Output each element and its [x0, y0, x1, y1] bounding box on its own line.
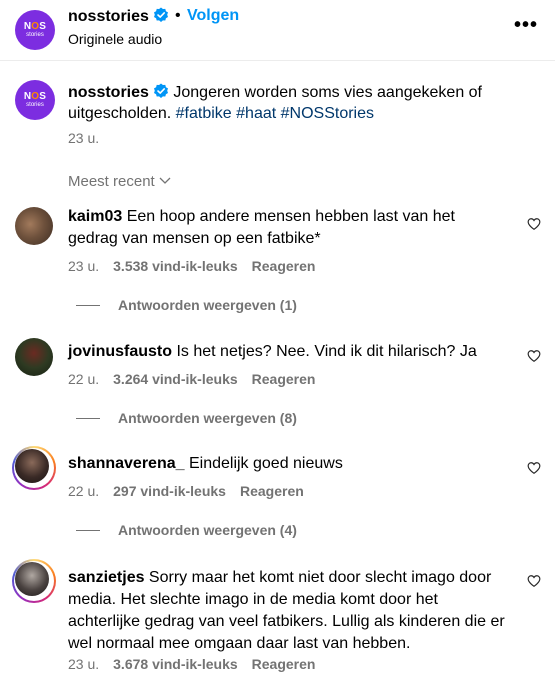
comment-username[interactable]: sanzietjes — [68, 569, 144, 586]
logo-stories-text: stories — [26, 31, 44, 38]
logo-stories-text: stories — [26, 101, 44, 108]
likes-count[interactable]: 3.538 vind-ik-leuks — [113, 258, 238, 274]
view-replies-button[interactable]: Antwoorden weergeven (1) — [76, 297, 297, 313]
hashtag-fatbike[interactable]: #fatbike — [176, 105, 232, 122]
caption-avatar[interactable]: NOS stories — [15, 80, 55, 120]
likes-count[interactable]: 3.678 vind-ik-leuks — [113, 656, 238, 672]
caption-username[interactable]: nosstories — [68, 84, 149, 101]
like-heart-icon[interactable] — [527, 574, 541, 588]
avatar-jovinusfausto[interactable] — [15, 338, 53, 376]
caption-text: nosstories Jongeren worden soms vies aan… — [68, 82, 528, 124]
comment-meta: 23 u. 3.538 vind-ik-leuks Reageren — [68, 258, 329, 274]
avatar-sanzietjes — [15, 562, 49, 596]
comment-meta: 23 u. 3.678 vind-ik-leuks Reageren — [68, 656, 329, 672]
caption-timestamp: 23 u. — [68, 130, 100, 146]
comment-username[interactable]: jovinusfausto — [68, 343, 172, 360]
like-heart-icon[interactable] — [527, 349, 541, 363]
like-heart-icon[interactable] — [527, 217, 541, 231]
chevron-down-icon — [159, 177, 171, 184]
sort-dropdown[interactable]: Meest recent — [68, 173, 171, 190]
comment-meta: 22 u. 297 vind-ik-leuks Reageren — [68, 483, 318, 499]
likes-count[interactable]: 297 vind-ik-leuks — [113, 483, 226, 499]
follow-button[interactable]: Volgen — [187, 7, 239, 25]
story-ring[interactable] — [12, 559, 56, 603]
comment-meta: 22 u. 3.264 vind-ik-leuks Reageren — [68, 371, 329, 387]
comment-time: 23 u. — [68, 258, 100, 274]
story-ring[interactable] — [12, 446, 56, 490]
comment-time: 22 u. — [68, 371, 100, 387]
reply-button[interactable]: Reageren — [252, 371, 316, 387]
comment-text: kaim03 Een hoop andere mensen hebben las… — [68, 208, 455, 247]
comment-time: 23 u. — [68, 656, 100, 672]
comment-text: sanzietjes Sorry maar het komt niet door… — [68, 569, 505, 652]
comment-username[interactable]: shannaverena_ — [68, 455, 185, 472]
sort-label: Meest recent — [68, 173, 155, 190]
more-options-icon[interactable]: ••• — [514, 14, 538, 37]
avatar-shannaverena — [15, 449, 49, 483]
replies-divider — [76, 530, 100, 531]
comment-username[interactable]: kaim03 — [68, 208, 122, 225]
likes-count[interactable]: 3.264 vind-ik-leuks — [113, 371, 238, 387]
logo-nos-text: NOS — [23, 90, 47, 102]
view-replies-button[interactable]: Antwoorden weergeven (8) — [76, 410, 297, 426]
view-replies-button[interactable]: Antwoorden weergeven (4) — [76, 522, 297, 538]
replies-divider — [76, 305, 100, 306]
header-username[interactable]: nosstories — [68, 7, 169, 26]
original-audio-link[interactable]: Originele audio — [68, 31, 162, 47]
logo-nos-text: NOS — [23, 20, 47, 32]
reply-button[interactable]: Reageren — [252, 258, 316, 274]
reply-button[interactable]: Reageren — [252, 656, 316, 672]
hashtag-haat[interactable]: #haat — [236, 105, 276, 122]
comment-text: shannaverena_ Eindelijk goed nieuws — [68, 455, 343, 472]
replies-divider — [76, 418, 100, 419]
comment-time: 22 u. — [68, 483, 100, 499]
verified-badge-icon — [153, 83, 168, 98]
verified-badge-icon — [153, 7, 168, 22]
reply-button[interactable]: Reageren — [240, 483, 304, 499]
like-heart-icon[interactable] — [527, 461, 541, 475]
post-header: NOS stories nosstories • Volgen Originel… — [0, 0, 555, 61]
separator-dot: • — [175, 7, 181, 24]
nosstories-avatar[interactable]: NOS stories — [15, 10, 55, 50]
hashtag-nosstories[interactable]: #NOSStories — [281, 105, 374, 122]
avatar-kaim03[interactable] — [15, 207, 53, 245]
comment-text: jovinusfausto Is het netjes? Nee. Vind i… — [68, 343, 477, 360]
